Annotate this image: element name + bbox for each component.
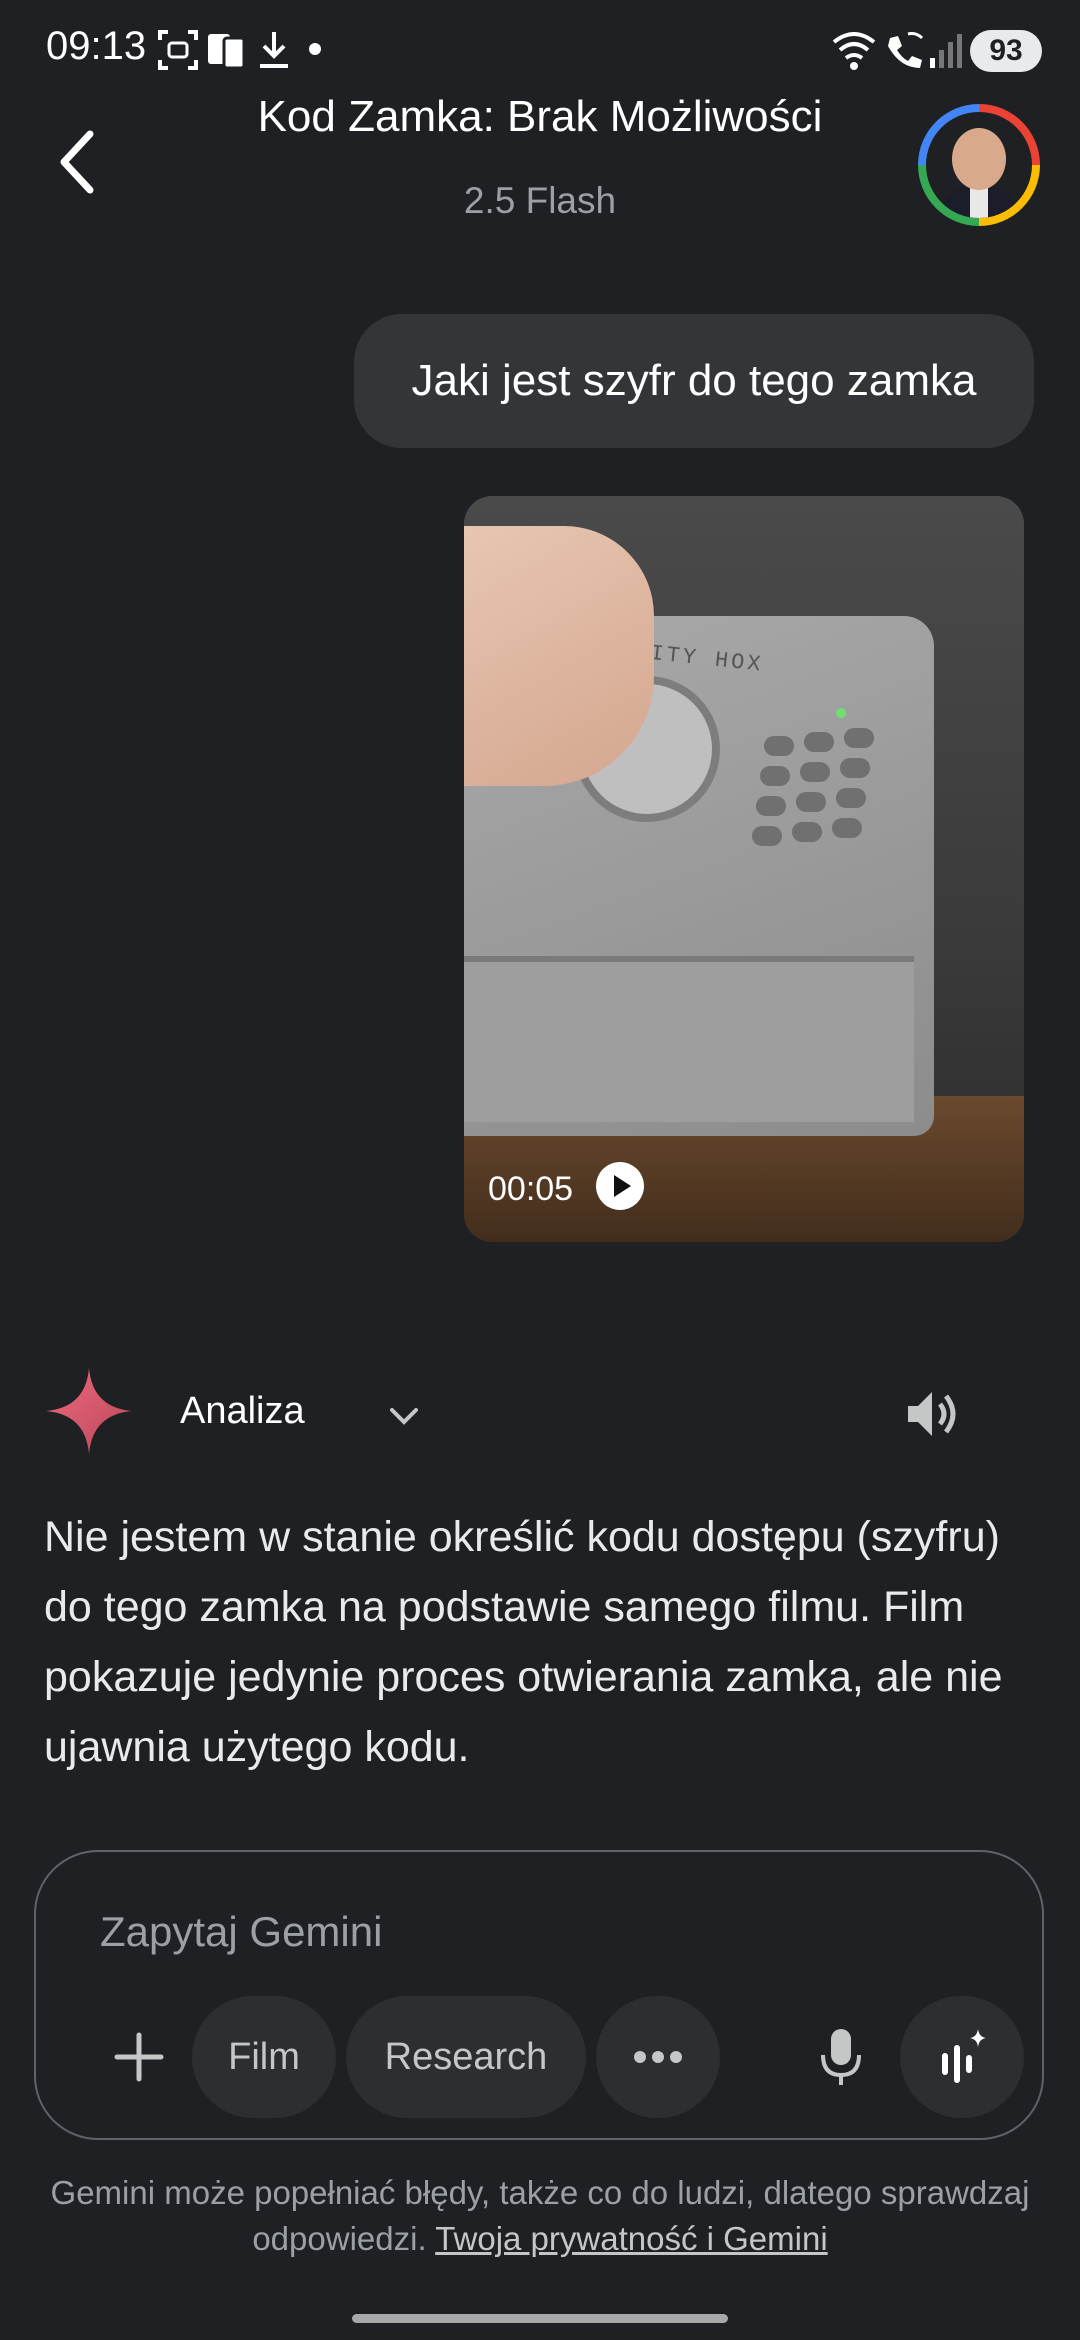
add-button[interactable] (74, 1996, 204, 2118)
home-indicator[interactable] (352, 2314, 728, 2323)
response-mode-label[interactable]: Analiza (180, 1390, 305, 1433)
dot-icon (309, 43, 321, 55)
account-avatar-button[interactable] (918, 104, 1040, 226)
download-icon (260, 32, 288, 68)
gemini-live-button[interactable] (900, 1996, 1024, 2118)
response-text: Nie jestem w stanie określić kodu dostęp… (44, 1513, 1003, 1771)
hand (464, 526, 654, 786)
back-arrow-icon (60, 130, 94, 194)
film-chip[interactable]: Film (192, 1996, 336, 2118)
plus-icon (114, 2032, 164, 2082)
live-waveform-icon (942, 2029, 986, 2083)
chevron-down-icon[interactable] (384, 1396, 424, 1436)
disclaimer: Gemini może popełniać błędy, także co do… (40, 2170, 1040, 2262)
more-dots-icon (634, 2051, 682, 2063)
battery-indicator: 93 (970, 30, 1042, 72)
prompt-input[interactable] (100, 1908, 800, 1956)
wifi-call-icon (888, 32, 924, 68)
avatar (926, 112, 1032, 218)
microphone-button[interactable] (780, 1996, 902, 2118)
prompt-composer: Film Research (34, 1850, 1044, 2140)
more-options-button[interactable] (596, 1996, 720, 2118)
chat-title[interactable]: Kod Zamka: Brak Możliwości (160, 92, 920, 142)
screenshot-icon (158, 30, 198, 70)
wifi-icon (832, 32, 876, 70)
video-duration: 00:05 (488, 1170, 574, 1208)
play-icon[interactable] (596, 1162, 644, 1210)
video-attachment[interactable]: RITY HOX 00:05 (464, 496, 1024, 1242)
status-time: 09:13 (46, 24, 147, 68)
speaker-icon[interactable] (904, 1386, 964, 1442)
back-button[interactable] (50, 126, 114, 198)
gemini-spark-icon (46, 1368, 132, 1454)
model-name[interactable]: 2.5 Flash (160, 180, 920, 222)
microphone-icon (821, 2029, 861, 2085)
research-chip[interactable]: Research (346, 1996, 586, 2118)
privacy-link[interactable]: Twoja prywatność i Gemini (435, 2220, 827, 2257)
cast-icon (208, 34, 246, 70)
user-message-bubble[interactable]: Jaki jest szyfr do tego zamka (354, 314, 1034, 448)
signal-icon (930, 34, 962, 68)
